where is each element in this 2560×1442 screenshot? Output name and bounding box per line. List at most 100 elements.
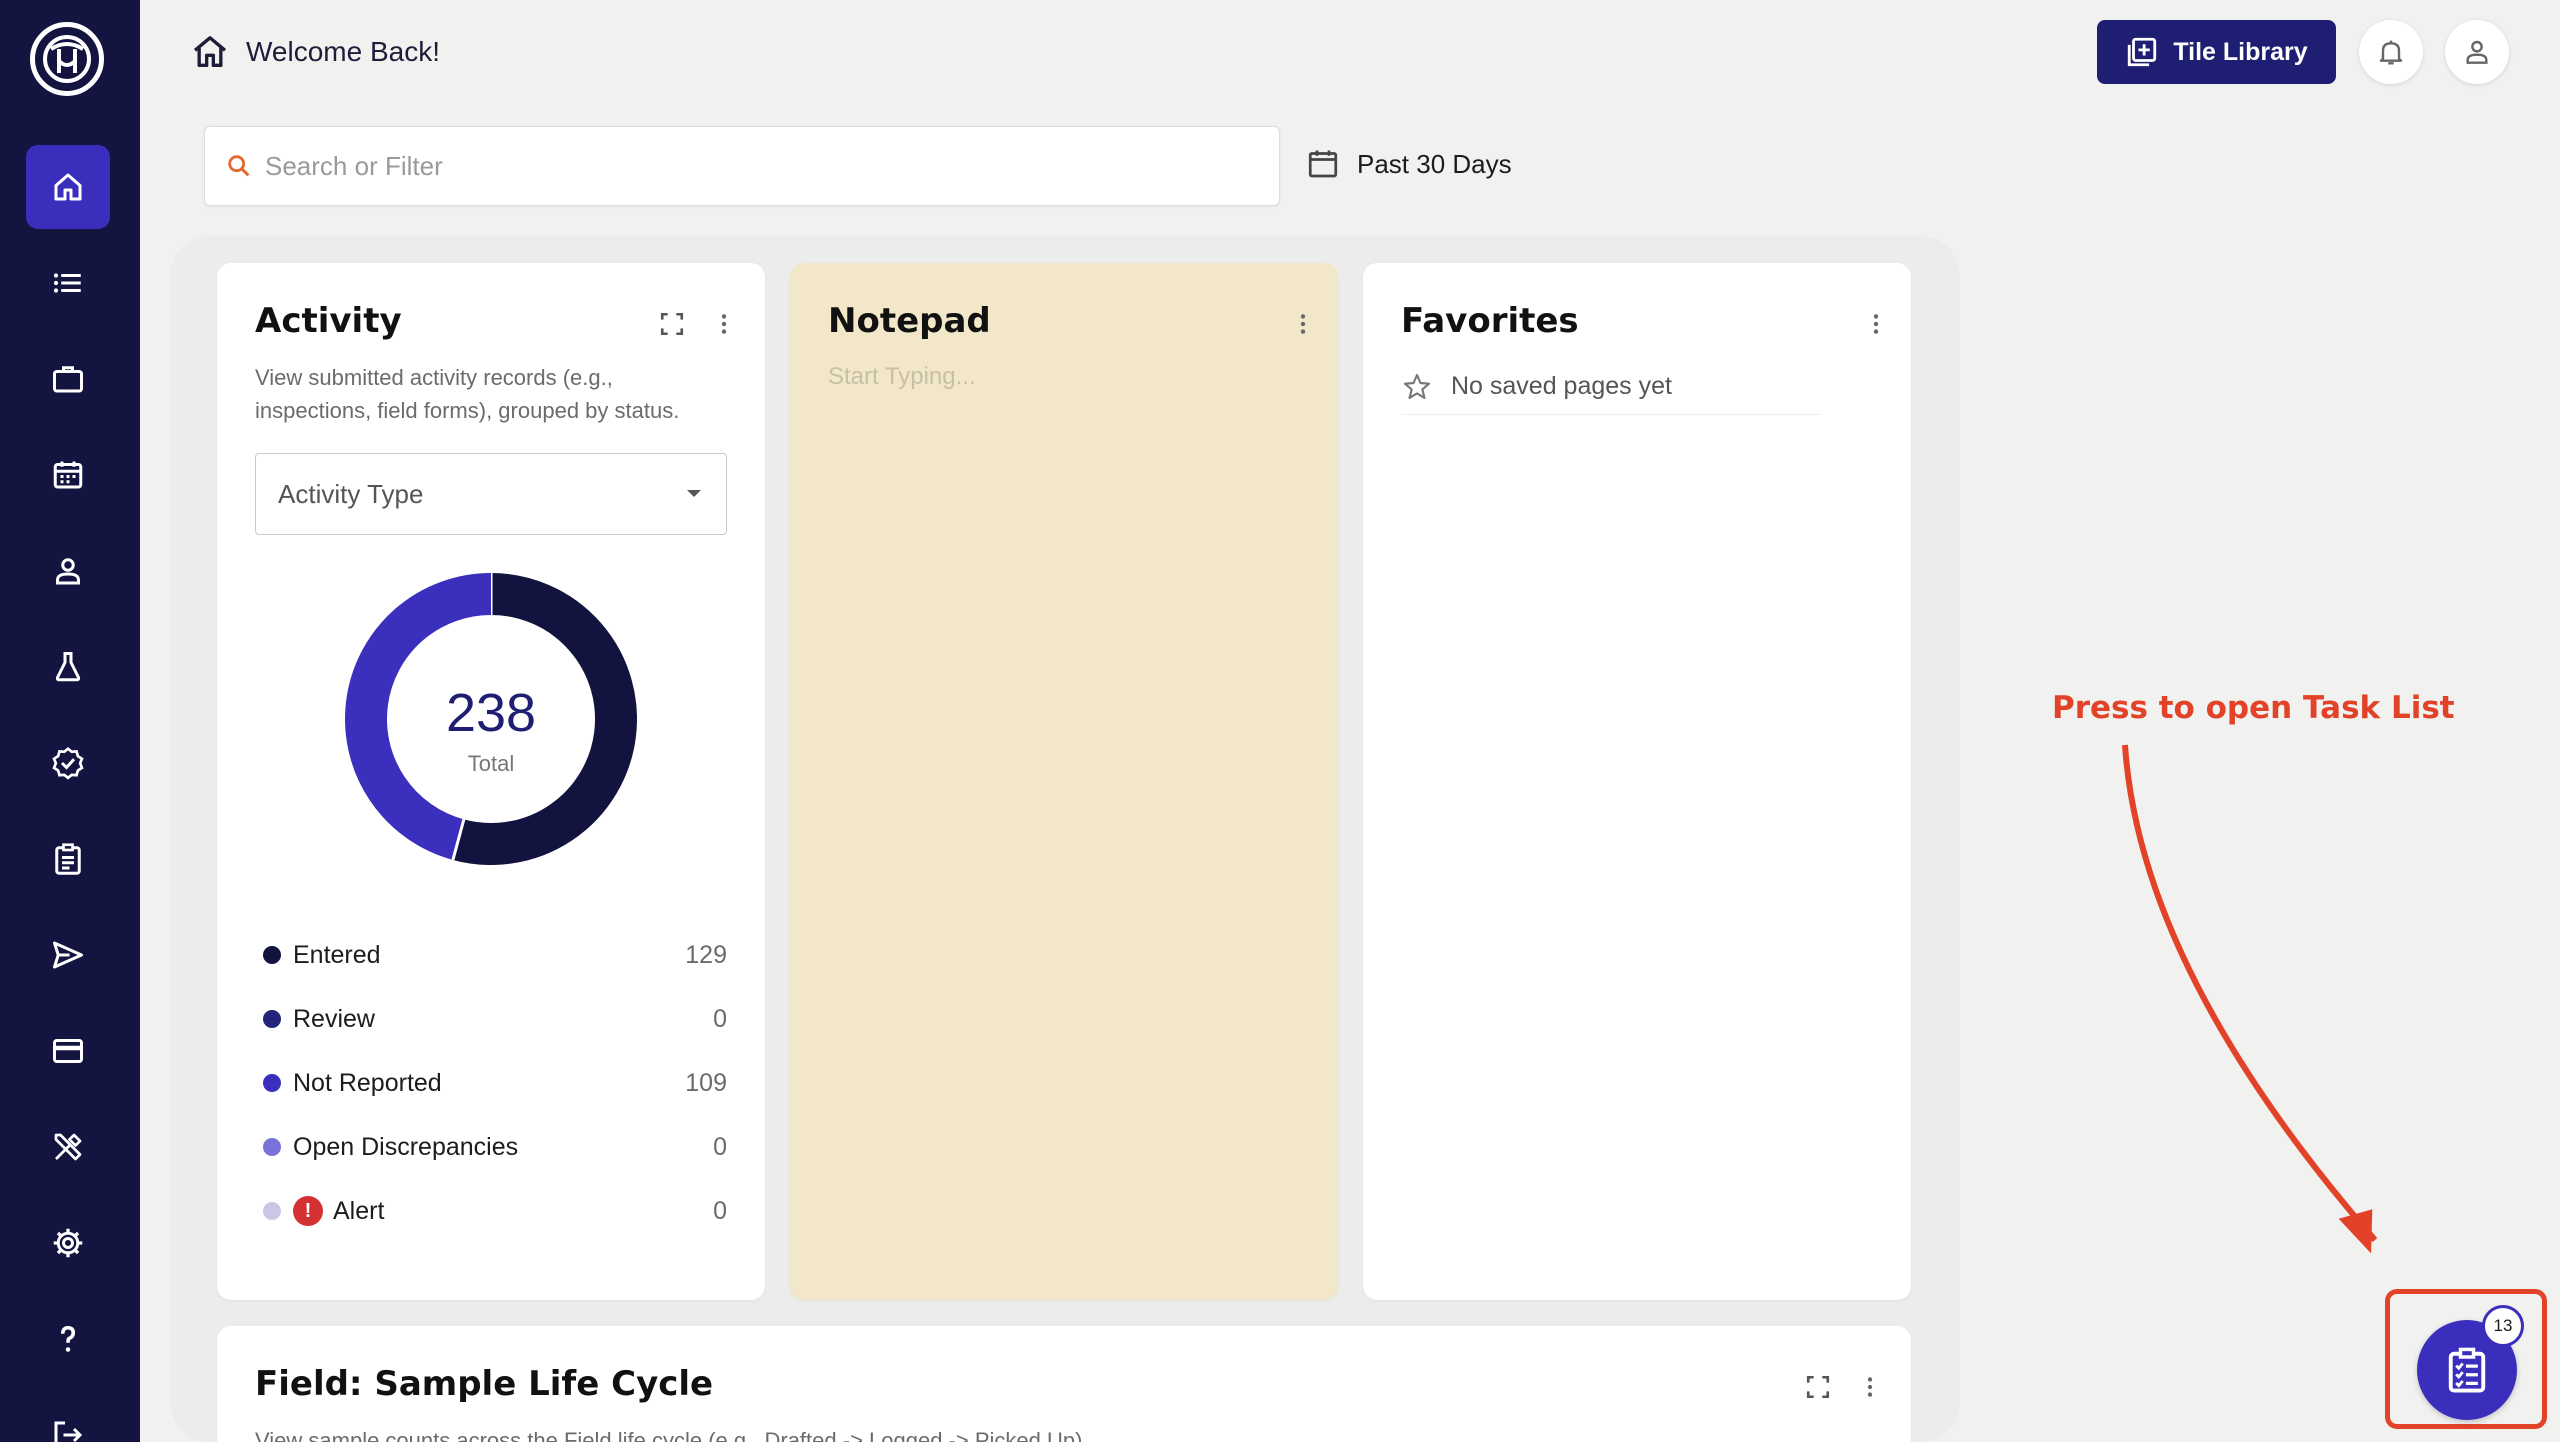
favorites-empty-text: No saved pages yet — [1451, 372, 1672, 400]
verified-badge-icon — [52, 747, 84, 780]
sample-life-cycle-card: Field: Sample Life Cycle View sample cou… — [217, 1326, 1911, 1442]
welcome-header: Welcome Back! — [190, 32, 440, 72]
sidebar-item-settings[interactable] — [26, 1201, 110, 1285]
user-icon — [56, 558, 80, 585]
legend-item-alert[interactable]: ! Alert 0 — [263, 1179, 727, 1243]
sidebar-item-send[interactable] — [26, 913, 110, 997]
tile-library-label: Tile Library — [2173, 37, 2308, 66]
sidebar-item-logout[interactable] — [26, 1393, 110, 1442]
more-options-icon[interactable] — [1863, 311, 1889, 337]
more-options-icon[interactable] — [1290, 311, 1316, 337]
task-list-icon — [2448, 1347, 2486, 1393]
activity-type-label: Activity Type — [278, 478, 424, 509]
send-icon — [53, 941, 83, 969]
donut-total-label: Total — [468, 751, 514, 776]
sidebar-item-home[interactable] — [26, 145, 110, 229]
activity-description: View submitted activity records (e.g., i… — [255, 365, 680, 423]
help-icon — [60, 1325, 76, 1352]
legend-label: Not Reported — [293, 1068, 442, 1097]
sidebar-item-clipboard[interactable] — [26, 817, 110, 901]
activity-legend: Entered 129 Review 0 Not Reported 109 Op… — [263, 923, 727, 1243]
legend-dot — [263, 1202, 281, 1220]
notepad-title: Notepad — [828, 301, 991, 341]
gear-icon — [53, 1228, 83, 1258]
activity-card: Activity View submitted activity records… — [217, 263, 765, 1300]
profile-button[interactable] — [2445, 20, 2509, 84]
home-icon — [54, 173, 82, 201]
more-options-icon[interactable] — [1857, 1374, 1883, 1400]
list-icon — [53, 273, 81, 293]
notepad-card: Notepad — [790, 263, 1338, 1300]
legend-dot — [263, 946, 281, 964]
credit-card-icon — [53, 1039, 83, 1063]
activity-title: Activity — [255, 301, 402, 341]
legend-value: 0 — [713, 1004, 727, 1033]
tools-icon — [54, 1133, 82, 1161]
legend-label: Alert — [333, 1196, 385, 1225]
logout-icon — [54, 1421, 83, 1442]
chevron-down-icon — [687, 490, 701, 497]
search-input[interactable] — [265, 150, 1165, 182]
sidebar-item-verified[interactable] — [26, 721, 110, 805]
calendar-icon — [53, 461, 83, 489]
favorites-title: Favorites — [1401, 301, 1579, 341]
legend-item-review[interactable]: Review 0 — [263, 987, 727, 1051]
sidebar-item-list[interactable] — [26, 241, 110, 325]
legend-item-open-discrepancies[interactable]: Open Discrepancies 0 — [263, 1115, 727, 1179]
notepad-textarea[interactable] — [828, 363, 1308, 563]
more-options-icon[interactable] — [711, 311, 737, 337]
date-range-filter[interactable]: Past 30 Days — [1305, 146, 1512, 182]
legend-dot — [263, 1138, 281, 1156]
notifications-button[interactable] — [2359, 20, 2423, 84]
star-icon — [1403, 373, 1431, 399]
legend-dot — [263, 1010, 281, 1028]
notepad-card-actions — [1290, 311, 1316, 337]
legend-value: 0 — [713, 1196, 727, 1225]
sidebar-item-user[interactable] — [26, 529, 110, 613]
legend-label: Open Discrepancies — [293, 1132, 519, 1161]
annotation-hint: Press to open Task List — [2052, 690, 2455, 726]
legend-value: 109 — [685, 1068, 727, 1097]
legend-label: Entered — [293, 940, 381, 969]
flask-icon — [55, 652, 81, 682]
add-tile-icon — [2128, 37, 2157, 67]
activity-card-actions — [659, 311, 737, 337]
sidebar-item-lab[interactable] — [26, 625, 110, 709]
task-count-badge: 13 — [2482, 1305, 2524, 1347]
expand-icon[interactable] — [1805, 1374, 1831, 1400]
sidebar-item-billing[interactable] — [26, 1009, 110, 1093]
sidebar-item-calendar[interactable] — [26, 433, 110, 517]
favorites-card-actions — [1863, 311, 1889, 337]
welcome-text: Welcome Back! — [246, 36, 440, 67]
annotation-arrow — [2122, 744, 2378, 1254]
activity-type-select[interactable]: Activity Type — [255, 453, 727, 535]
legend-label: Review — [293, 1004, 375, 1033]
tile-library-button[interactable]: Tile Library — [2097, 20, 2336, 84]
search-bar[interactable] — [204, 126, 1280, 206]
legend-dot — [263, 1074, 281, 1092]
life-cycle-card-actions — [1805, 1374, 1883, 1400]
donut-total-value: 238 — [446, 683, 536, 743]
user-icon — [2466, 40, 2488, 64]
legend-item-entered[interactable]: Entered 129 — [263, 923, 727, 987]
expand-icon[interactable] — [659, 311, 685, 337]
bell-icon — [2379, 40, 2403, 65]
logo-icon — [43, 35, 91, 83]
app-logo[interactable] — [30, 22, 104, 96]
favorites-card: Favorites No saved pages yet — [1363, 263, 1911, 1300]
briefcase-icon — [53, 366, 83, 393]
sidebar-item-help[interactable] — [26, 1297, 110, 1381]
sidebar-item-briefcase[interactable] — [26, 337, 110, 421]
life-cycle-title: Field: Sample Life Cycle — [255, 1364, 714, 1404]
legend-item-not-reported[interactable]: Not Reported 109 — [263, 1051, 727, 1115]
sidebar-item-tools[interactable] — [26, 1105, 110, 1189]
clipboard-icon — [55, 843, 81, 875]
sidebar — [0, 0, 140, 1442]
alert-icon: ! — [293, 1196, 323, 1226]
calendar-icon — [1308, 150, 1338, 178]
legend-value: 0 — [713, 1132, 727, 1161]
date-range-label: Past 30 Days — [1357, 148, 1512, 179]
life-cycle-description: View sample counts across the Field life… — [255, 1428, 1089, 1442]
legend-value: 129 — [685, 940, 727, 969]
home-icon — [193, 36, 227, 68]
